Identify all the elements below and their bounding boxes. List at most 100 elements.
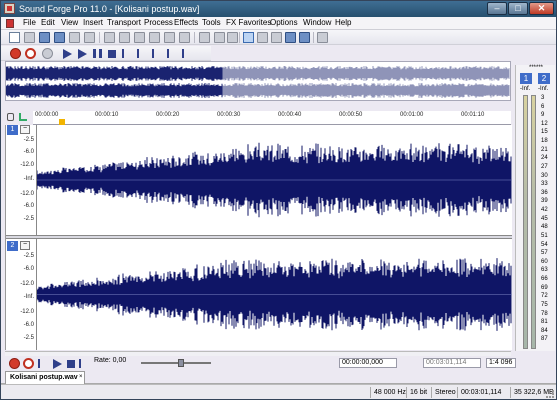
meter-scale-label: 18 bbox=[541, 138, 548, 144]
stop-icon[interactable] bbox=[67, 360, 75, 368]
menu-tools[interactable]: Tools bbox=[202, 18, 221, 27]
go-to-end-icon[interactable] bbox=[167, 49, 177, 58]
meter-scale-label: 60 bbox=[541, 259, 548, 265]
play-all-icon[interactable] bbox=[63, 49, 72, 59]
magnify-tool-icon[interactable] bbox=[257, 32, 268, 43]
rewind-icon[interactable] bbox=[137, 49, 147, 58]
overview-trace bbox=[222, 66, 510, 81]
minimize-button[interactable]: – bbox=[487, 2, 507, 15]
tab-kolisani-postup[interactable]: Kolisani postup.wav bbox=[5, 371, 85, 384]
menu-fx-favorites[interactable]: FX Favorites bbox=[226, 18, 271, 27]
zoom-ratio-field[interactable]: 1:4 096 bbox=[486, 358, 516, 368]
menu-transport[interactable]: Transport bbox=[107, 18, 141, 27]
save-as-icon[interactable] bbox=[54, 32, 65, 43]
tab-close-icon[interactable]: × bbox=[79, 374, 83, 380]
scale-label: -2.5 bbox=[23, 253, 34, 259]
title-bar[interactable]: Sound Forge Pro 11.0 - [Kolisani postup.… bbox=[1, 1, 556, 17]
trim-icon[interactable] bbox=[164, 32, 175, 43]
menu-process[interactable]: Process bbox=[144, 18, 173, 27]
fast-forward-icon[interactable] bbox=[152, 49, 162, 58]
play-icon[interactable] bbox=[53, 359, 62, 369]
menu-bar: File Edit View Insert Transport Process … bbox=[1, 17, 556, 30]
menu-window[interactable]: Window bbox=[303, 18, 331, 27]
record-icon[interactable] bbox=[10, 48, 21, 59]
status-bit-depth[interactable]: 16 bit bbox=[406, 387, 427, 398]
meter-channel-1-level: -Inf. bbox=[520, 86, 531, 92]
toolbar-divider bbox=[239, 32, 240, 43]
meter-scale-label: 12 bbox=[541, 121, 548, 127]
channel-1-waveform[interactable] bbox=[36, 125, 512, 235]
save-icon[interactable] bbox=[39, 32, 50, 43]
pause-icon[interactable] bbox=[93, 49, 102, 58]
snap-icon[interactable] bbox=[19, 113, 27, 121]
toolbar-divider bbox=[99, 32, 100, 43]
meter-channel-2-button[interactable]: 2 bbox=[538, 73, 550, 84]
scale-label: -2.5 bbox=[23, 216, 34, 222]
pencil-tool-icon[interactable] bbox=[271, 32, 282, 43]
next-marker-icon[interactable] bbox=[182, 49, 192, 58]
undo-icon[interactable] bbox=[199, 32, 210, 43]
overview-trace bbox=[5, 83, 223, 98]
time-ruler[interactable]: 00:00:00 00:00:10 00:00:20 00:00:30 00:0… bbox=[33, 111, 511, 125]
app-icon[interactable] bbox=[4, 3, 15, 14]
slider-knob[interactable] bbox=[178, 359, 184, 367]
repeat-icon[interactable] bbox=[227, 32, 238, 43]
resize-grip[interactable] bbox=[546, 390, 554, 398]
cut-icon[interactable] bbox=[104, 32, 115, 43]
menu-options[interactable]: Options bbox=[270, 18, 298, 27]
go-to-start-icon[interactable] bbox=[122, 49, 132, 58]
event-tool-icon[interactable] bbox=[299, 32, 310, 43]
play-icon[interactable] bbox=[78, 49, 87, 59]
meter-scale-label: 21 bbox=[541, 147, 548, 153]
channel-1-scale: -2.5 -6.0 -12.0 -Inf. -12.0 -6.0 -2.5 bbox=[6, 125, 36, 235]
channel-2-waveform-graphic bbox=[36, 258, 512, 331]
new-file-icon[interactable] bbox=[9, 32, 20, 43]
menu-insert[interactable]: Insert bbox=[83, 18, 103, 27]
scale-label: -12.0 bbox=[20, 191, 34, 197]
go-to-end-icon[interactable] bbox=[79, 359, 89, 368]
maximize-button[interactable]: □ bbox=[508, 2, 528, 15]
scale-label: -Inf. bbox=[23, 294, 34, 300]
meter-channel-1-button[interactable]: 1 bbox=[520, 73, 532, 84]
record-icon[interactable] bbox=[9, 358, 20, 369]
record-arm-icon[interactable] bbox=[23, 358, 34, 369]
selection-length-field[interactable]: 00:03:01,114 bbox=[423, 358, 481, 368]
stop-icon[interactable] bbox=[108, 50, 116, 58]
channel-2-waveform[interactable] bbox=[36, 239, 512, 350]
status-sample-rate[interactable]: 48 000 Hz bbox=[370, 387, 406, 398]
close-button[interactable]: ✕ bbox=[529, 2, 554, 15]
refresh-icon[interactable] bbox=[317, 32, 328, 43]
mute-icon[interactable] bbox=[179, 32, 190, 43]
selection-start-field[interactable]: 00:00:00,000 bbox=[339, 358, 397, 368]
playbar: Rate: 0,00 00:00:00,000 00:03:01,114 1:4… bbox=[1, 356, 556, 370]
overview-bar[interactable] bbox=[5, 61, 511, 101]
redo-icon[interactable] bbox=[214, 32, 225, 43]
menu-file[interactable]: File bbox=[23, 18, 36, 27]
paste-icon[interactable] bbox=[134, 32, 145, 43]
copy-icon[interactable] bbox=[119, 32, 130, 43]
menu-view[interactable]: View bbox=[61, 18, 78, 27]
meter-scale-label: 78 bbox=[541, 311, 548, 317]
render-icon[interactable] bbox=[69, 32, 80, 43]
status-channels[interactable]: Stereo bbox=[431, 387, 456, 398]
mix-icon[interactable] bbox=[149, 32, 160, 43]
application-window: Sound Forge Pro 11.0 - [Kolisani postup.… bbox=[0, 0, 557, 400]
ruler-tick: 00:00:50 bbox=[339, 112, 363, 118]
open-folder-icon[interactable] bbox=[24, 32, 35, 43]
playback-rate-slider[interactable] bbox=[141, 359, 211, 367]
document-tabs: Kolisani postup.wav × bbox=[1, 370, 556, 384]
envelope-tool-icon[interactable] bbox=[285, 32, 296, 43]
record-arm-icon[interactable] bbox=[25, 48, 36, 59]
document-icon[interactable] bbox=[6, 19, 14, 28]
go-to-start-icon[interactable] bbox=[38, 359, 48, 368]
menu-edit[interactable]: Edit bbox=[41, 18, 55, 27]
meter-scale-label: 84 bbox=[541, 328, 548, 334]
menu-help[interactable]: Help bbox=[335, 18, 351, 27]
lock-icon[interactable] bbox=[7, 113, 14, 121]
edit-tool-icon[interactable] bbox=[243, 32, 254, 43]
loop-icon[interactable] bbox=[42, 48, 53, 59]
menu-effects[interactable]: Effects bbox=[174, 18, 198, 27]
meter-scale-label: 87 bbox=[541, 336, 548, 342]
properties-icon[interactable] bbox=[84, 32, 95, 43]
toolbar-divider bbox=[194, 32, 195, 43]
